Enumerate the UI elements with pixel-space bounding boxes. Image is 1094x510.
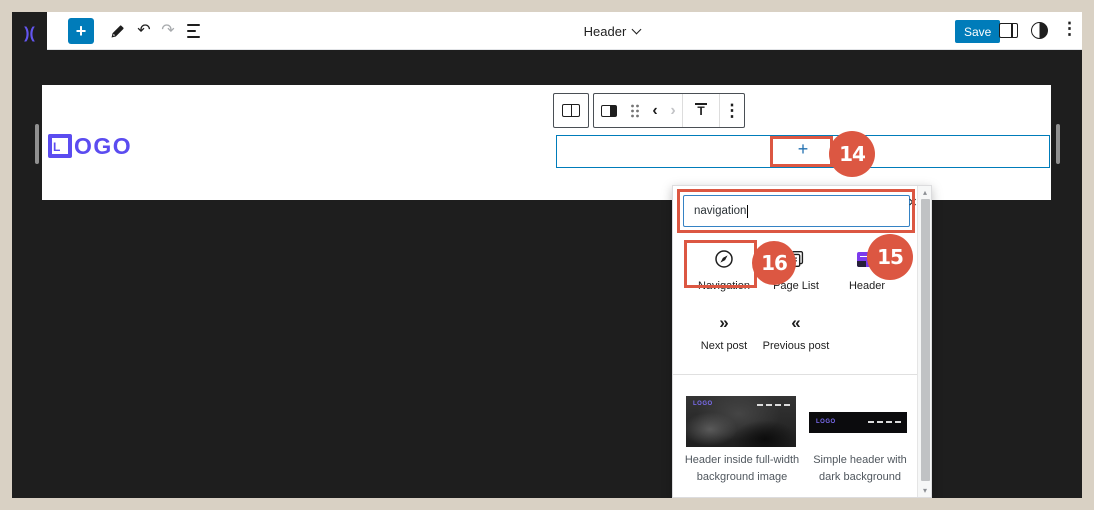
pattern-preview-dark-header[interactable]: LOGO <box>809 412 907 433</box>
block-inserter-popup: navigation × Navigation <box>672 185 932 498</box>
settings-sidebar-button[interactable] <box>999 23 1018 38</box>
resize-handle-left[interactable] <box>35 124 39 164</box>
screenshot-frame: + ↶ ↷ Header Save <box>0 0 1094 510</box>
sidebar-panel-icon <box>1011 24 1013 37</box>
block-label: Navigation <box>689 280 759 292</box>
previous-post-icon: « <box>791 313 800 333</box>
add-block-button[interactable]: + <box>557 140 1049 158</box>
chevron-left-icon: ‹ <box>652 102 657 120</box>
pencil-icon <box>109 23 126 40</box>
pattern-label: Header inside full-width background imag… <box>676 452 808 486</box>
logo-mark-icon: L <box>48 134 72 158</box>
vertical-align-button[interactable]: T <box>683 94 719 127</box>
logo-text: OGO <box>74 133 132 160</box>
pattern-mini-nav-links <box>757 404 790 406</box>
styles-button[interactable] <box>1031 22 1048 39</box>
step-number: 14 <box>839 142 865 166</box>
logo-mark-letter: L <box>53 141 60 153</box>
save-button[interactable]: Save <box>955 20 1000 43</box>
step-number: 16 <box>761 251 787 275</box>
plus-icon: + <box>76 22 87 40</box>
chevron-down-icon <box>632 24 642 34</box>
pattern-preview-fullwidth-header[interactable]: LOGO <box>686 396 796 447</box>
move-right-button[interactable]: › <box>664 94 682 127</box>
block-label: Next post <box>689 340 759 352</box>
undo-button[interactable]: ↶ <box>132 19 156 43</box>
list-view-icon <box>187 24 200 38</box>
select-parent-columns-button[interactable] <box>553 93 589 128</box>
search-input[interactable]: navigation <box>683 195 910 227</box>
site-icon-button[interactable]: )( <box>12 12 47 56</box>
tools-button[interactable] <box>105 19 129 43</box>
document-title: Header <box>584 24 627 39</box>
annotation-step-badge: 16 <box>752 241 796 285</box>
block-inserter-toggle-button[interactable]: + <box>68 18 94 44</box>
block-type-button[interactable] <box>594 94 624 127</box>
list-view-button[interactable] <box>181 19 205 43</box>
pattern-mini-logo: LOGO <box>816 419 836 425</box>
redo-button[interactable]: ↷ <box>156 19 180 43</box>
pattern-mini-logo: LOGO <box>693 401 713 407</box>
search-value: navigation <box>694 205 746 217</box>
block-label: Header <box>832 280 902 292</box>
columns-icon <box>562 104 580 117</box>
site-logo[interactable]: L OGO <box>48 132 132 160</box>
resize-handle-right[interactable] <box>1056 124 1060 164</box>
navigation-icon <box>712 247 736 271</box>
text-caret <box>747 205 748 218</box>
block-options-button[interactable]: ⋮ <box>720 94 744 127</box>
ellipsis-icon: ⋮ <box>724 101 741 121</box>
popup-scrollbar[interactable]: ▴ ▾ <box>917 186 931 497</box>
scroll-down-icon[interactable]: ▾ <box>918 486 932 495</box>
pattern-mini-nav-links <box>868 421 901 423</box>
block-label: Previous post <box>761 340 831 352</box>
step-number: 15 <box>877 245 903 269</box>
next-post-icon: » <box>719 313 728 333</box>
scrollbar-thumb[interactable] <box>921 199 930 481</box>
annotation-step-badge: 15 <box>867 234 913 280</box>
move-left-button[interactable]: ‹ <box>646 94 664 127</box>
redo-icon: ↷ <box>161 23 174 39</box>
editor-top-bar: + ↶ ↷ Header Save <box>47 12 1082 50</box>
site-logo-glyph: )( <box>24 25 35 43</box>
selected-empty-block[interactable]: + <box>556 135 1050 168</box>
align-top-icon: T <box>695 103 706 119</box>
chevron-right-icon: › <box>670 102 675 120</box>
scroll-up-icon[interactable]: ▴ <box>918 188 932 197</box>
block-toolbar: ‹ › T ⋮ <box>593 93 745 128</box>
clear-search-button[interactable]: × <box>908 194 917 211</box>
document-title-dropdown[interactable]: Header <box>517 12 707 50</box>
popup-divider <box>673 374 919 375</box>
annotation-step-badge: 14 <box>829 131 875 177</box>
column-block-icon <box>601 105 617 117</box>
block-result-next-post[interactable]: » Next post <box>689 310 759 352</box>
site-editor-window: + ↶ ↷ Header Save <box>12 12 1082 498</box>
options-menu-button[interactable]: ⋮ <box>1061 19 1078 39</box>
pattern-label: Simple header with dark background <box>809 452 911 486</box>
drag-dots-icon <box>630 103 640 119</box>
block-result-previous-post[interactable]: « Previous post <box>761 310 831 352</box>
block-result-navigation[interactable]: Navigation <box>689 246 759 292</box>
drag-handle[interactable] <box>624 94 646 127</box>
undo-icon: ↶ <box>137 23 150 39</box>
